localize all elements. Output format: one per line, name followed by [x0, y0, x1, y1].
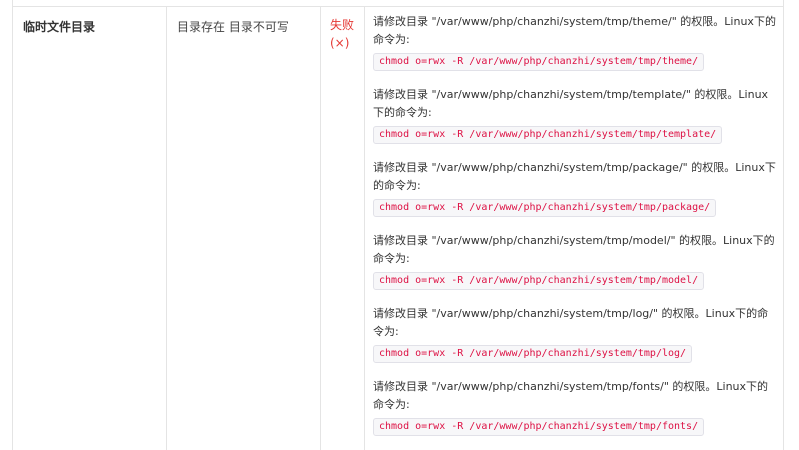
fix-block: 请修改目录 "/var/www/php/chanzhi/system/tmp/t… — [373, 86, 777, 144]
fix-message: 请修改目录 "/var/www/php/chanzhi/system/tmp/f… — [373, 380, 769, 411]
fix-message: 请修改目录 "/var/www/php/chanzhi/system/tmp/t… — [373, 15, 776, 46]
fix-message: 请修改目录 "/var/www/php/chanzhi/system/tmp/t… — [373, 88, 769, 119]
item-name: 临时文件目录 — [13, 7, 167, 450]
fix-message: 请修改目录 "/var/www/php/chanzhi/system/tmp/m… — [373, 234, 775, 265]
fix-block: 请修改目录 "/var/www/php/chanzhi/system/tmp/l… — [373, 305, 777, 363]
table-border-right — [783, 0, 784, 450]
fix-instructions: 请修改目录 "/var/www/php/chanzhi/system/tmp/t… — [365, 7, 783, 450]
item-status: 目录存在 目录不可写 — [167, 7, 321, 450]
fix-command[interactable]: chmod o=rwx -R /var/www/php/chanzhi/syst… — [373, 53, 705, 71]
fix-block: 请修改目录 "/var/www/php/chanzhi/system/tmp/f… — [373, 378, 777, 436]
table-row: 临时文件目录 目录存在 目录不可写 失败 (×) 请修改目录 "/var/www… — [13, 7, 783, 450]
fix-command[interactable]: chmod o=rwx -R /var/www/php/chanzhi/syst… — [373, 272, 705, 290]
fix-message: 请修改目录 "/var/www/php/chanzhi/system/tmp/l… — [373, 307, 769, 338]
fix-block: 请修改目录 "/var/www/php/chanzhi/system/tmp/p… — [373, 159, 777, 217]
fix-command[interactable]: chmod o=rwx -R /var/www/php/chanzhi/syst… — [373, 418, 705, 436]
fix-message: 请修改目录 "/var/www/php/chanzhi/system/tmp/p… — [373, 161, 776, 192]
result-label: 失败 — [330, 18, 355, 32]
fix-block: 请修改目录 "/var/www/php/chanzhi/system/tmp/t… — [373, 13, 777, 71]
fix-command[interactable]: chmod o=rwx -R /var/www/php/chanzhi/syst… — [373, 126, 723, 144]
check-table: 临时文件目录 目录存在 目录不可写 失败 (×) 请修改目录 "/var/www… — [0, 0, 799, 450]
fix-command[interactable]: chmod o=rwx -R /var/www/php/chanzhi/syst… — [373, 345, 693, 363]
result-fail-mark: (×) — [330, 36, 350, 50]
fix-command[interactable]: chmod o=rwx -R /var/www/php/chanzhi/syst… — [373, 199, 717, 217]
fix-block: 请修改目录 "/var/www/php/chanzhi/system/tmp/m… — [373, 232, 777, 290]
result-badge: 失败 (×) — [321, 7, 365, 450]
